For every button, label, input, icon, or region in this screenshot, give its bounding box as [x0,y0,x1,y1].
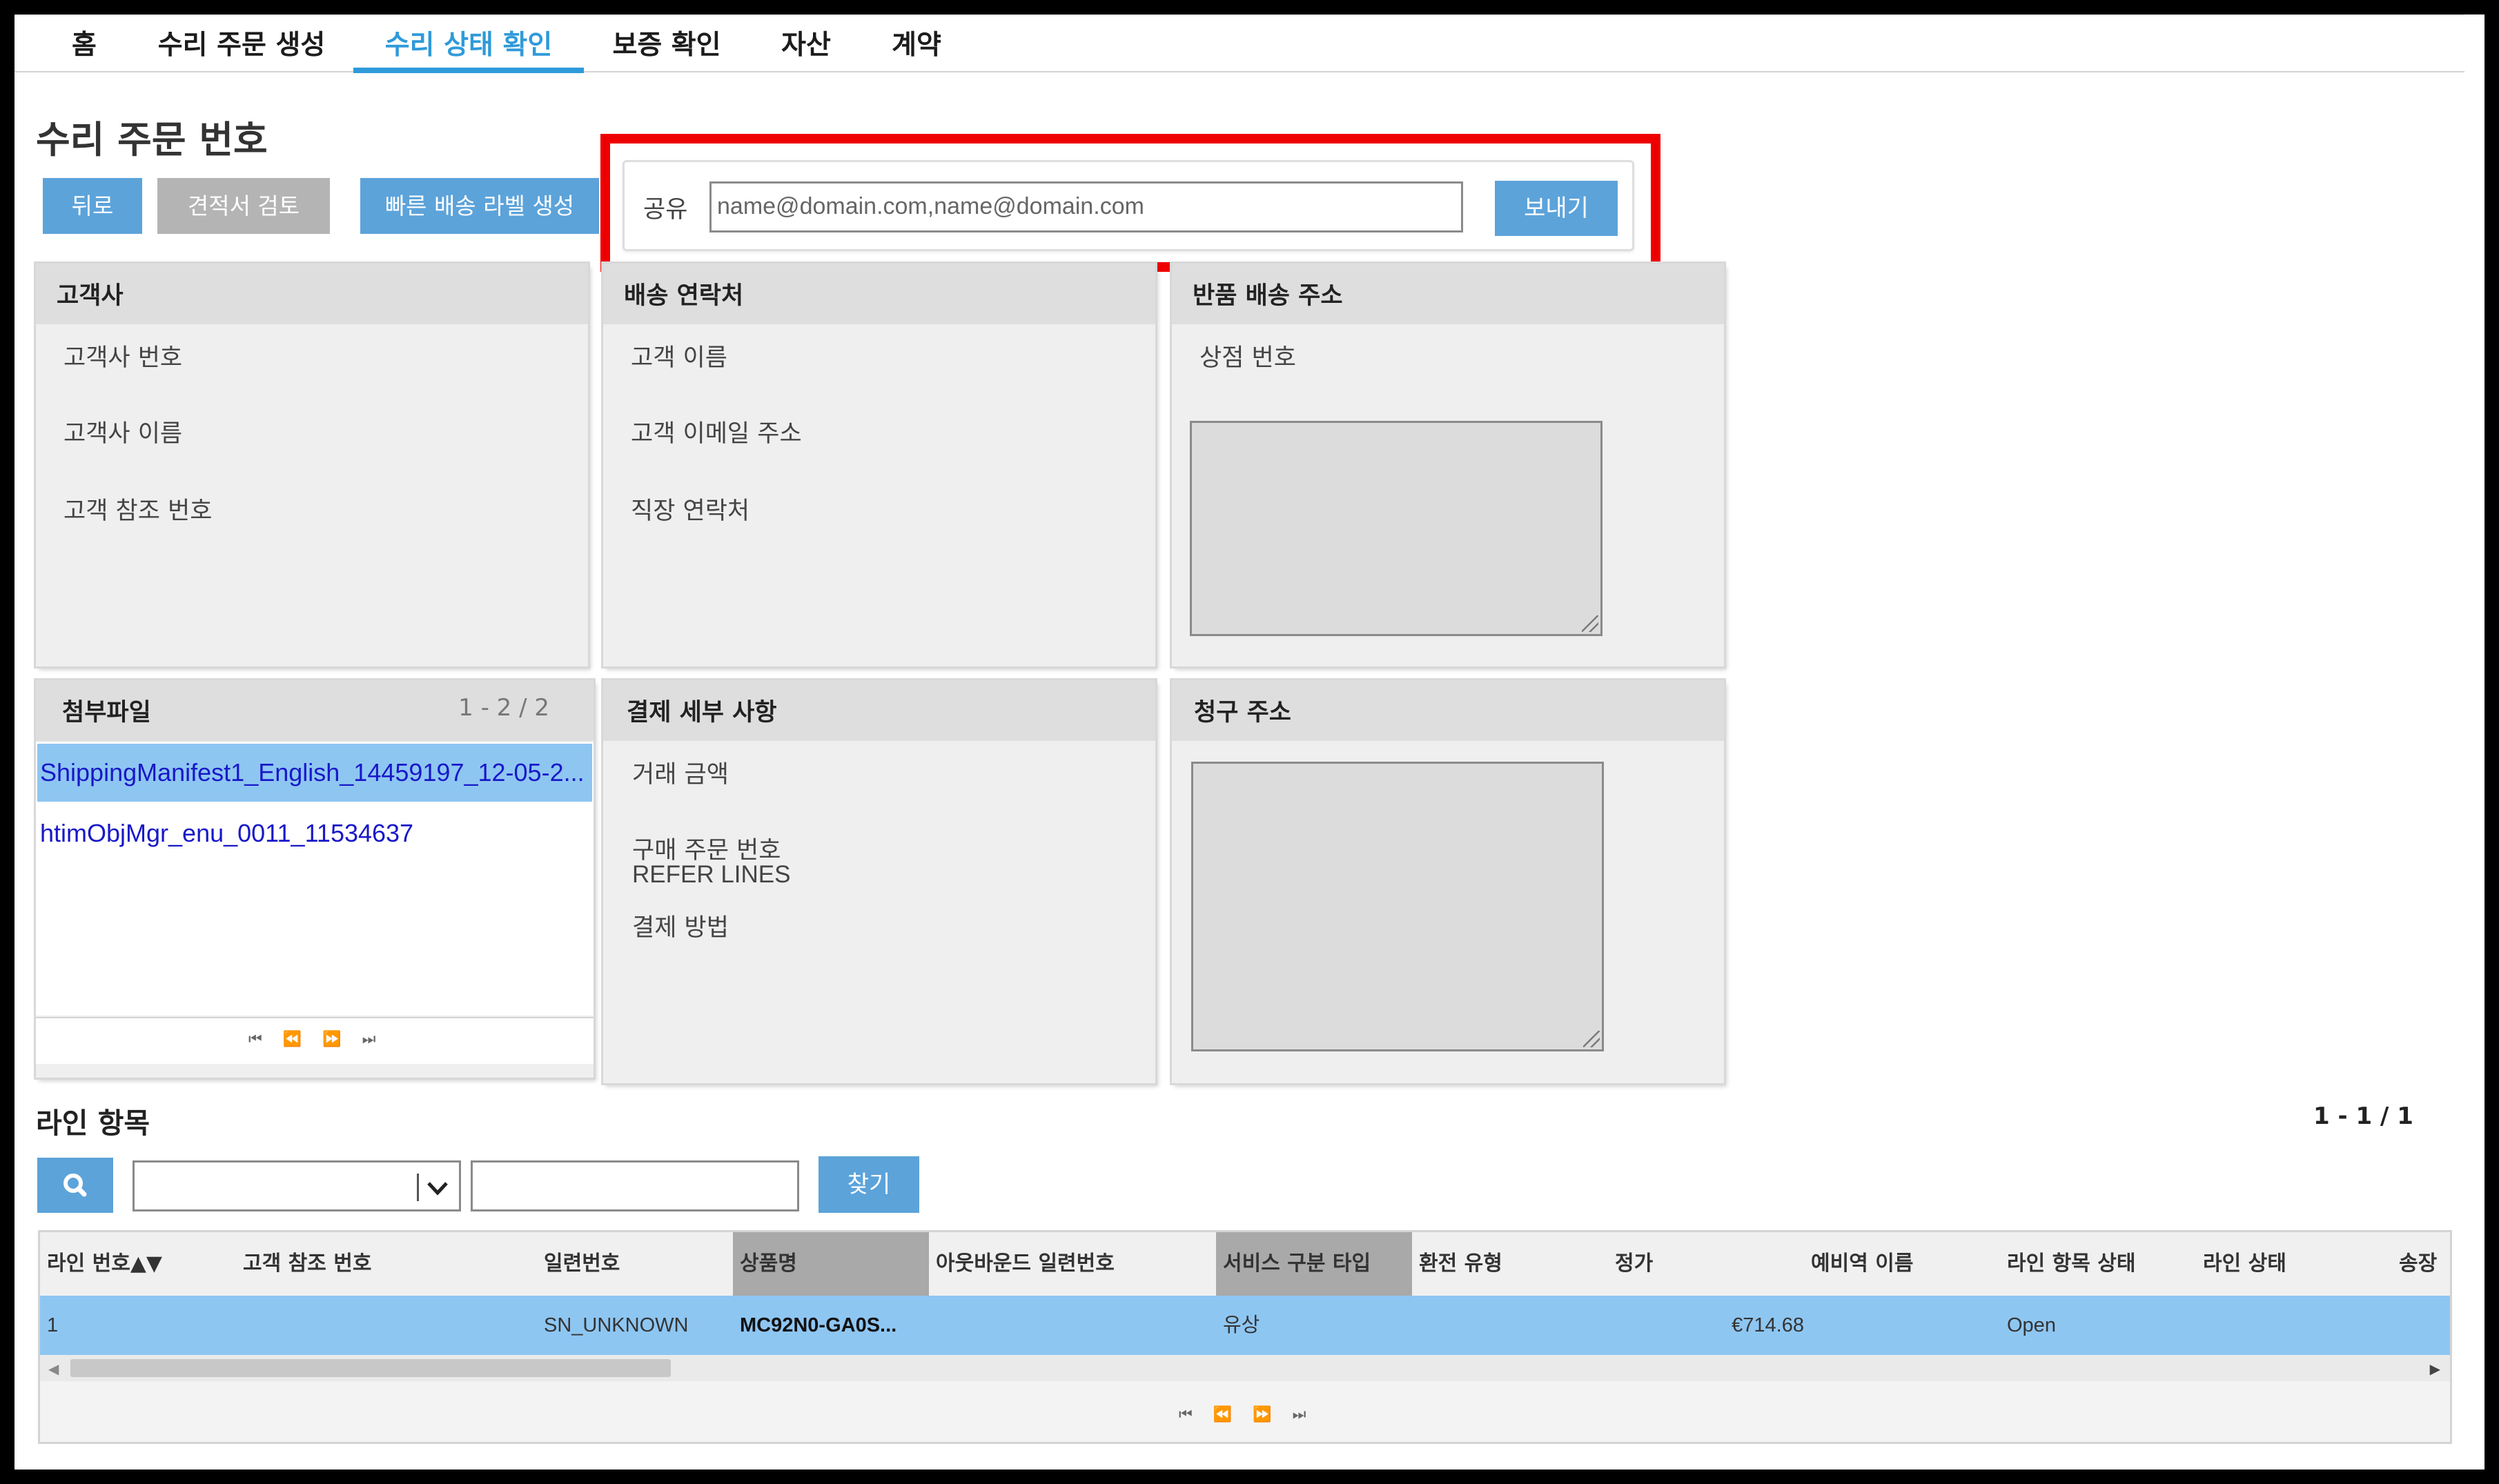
line-items-table: 라인 번호▲▼ 고객 참조 번호 일련번호 상품명 아웃바운드 일련번호 서비스… [40,1232,2450,1442]
column-header[interactable]: 라인 번호▲▼ [40,1232,245,1296]
attachments-title: 첨부파일 [62,699,151,726]
quick-shipping-label-button[interactable]: 빠른 배송 라벨 생성 [360,178,599,234]
table-cell[interactable]: 유상 [1216,1296,1421,1355]
table-cell[interactable] [236,1296,546,1355]
field-select[interactable] [133,1160,461,1211]
search-button[interactable] [37,1158,113,1213]
table-cell[interactable] [1804,1296,2009,1355]
table-cell[interactable] [2392,1296,2450,1355]
customer-email-label: 고객 이메일 주소 [631,420,802,448]
select-divider [417,1174,419,1201]
payment-title: 결제 세부 사항 [627,699,777,726]
billing-address-panel: 청구 주소 [1172,680,1724,1083]
table-cell[interactable] [929,1296,1225,1355]
return-address-textarea[interactable] [1190,421,1603,636]
column-header[interactable]: 아웃바운드 일련번호 [929,1232,1225,1296]
return-address-panel: 반품 배송 주소 상점 번호 [1172,264,1724,666]
chevron-down-icon [427,1182,448,1196]
nav-top-border [14,14,2464,16]
customer-number-label: 고객사 번호 [63,344,183,372]
search-text-input[interactable] [471,1160,799,1211]
refer-lines-value: REFER LINES [632,861,791,888]
pager-icons[interactable]: ⏮⏪⏩⏭ [248,1031,396,1048]
table-cell[interactable]: SN_UNKNOWN [537,1296,742,1355]
store-number-label: 상점 번호 [1199,344,1296,372]
tab-repair-status[interactable]: 수리 상태 확인 [353,25,584,73]
share-label: 공유 [643,196,688,224]
tab-contracts[interactable]: 계약 [876,25,957,73]
transaction-amount-label: 거래 금액 [632,761,729,789]
payment-method-label: 결제 방법 [632,914,729,942]
attachment-item[interactable]: ShippingManifest1_English_14459197_12-05… [37,744,592,802]
back-button[interactable]: 뒤로 [43,178,142,234]
tab-warranty-check[interactable]: 보증 확인 [600,25,733,73]
customer-name-field-label: 고객 이름 [631,344,727,372]
customer-name-label: 고객사 이름 [63,420,183,448]
column-header[interactable]: 라인 상태 [2196,1232,2401,1296]
attachments-panel: 첨부파일 1 - 2 / 2 ShippingManifest1_English… [36,680,594,1078]
share-send-button[interactable]: 보내기 [1495,181,1618,236]
column-header[interactable]: 고객 참조 번호 [236,1232,546,1296]
customer-panel-title: 고객사 [57,282,124,310]
shipping-contact-panel: 배송 연락처 고객 이름 고객 이메일 주소 직장 연락처 [603,264,1155,666]
pager-icons[interactable]: ⏮⏪⏩⏭ [1179,1406,1326,1423]
work-phone-label: 직장 연락처 [631,497,750,525]
resize-grip-icon[interactable] [1582,615,1598,632]
tab-home[interactable]: 홈 [55,25,113,73]
page-title: 수리 주문 번호 [36,118,268,161]
share-email-input[interactable]: name@domain.com,name@domain.com [709,181,1463,233]
table-cell[interactable] [1412,1296,1617,1355]
column-header[interactable]: 일련번호 [537,1232,742,1296]
customer-panel: 고객사 고객사 번호 고객사 이름 고객 참조 번호 [36,264,588,666]
attachments-count: 1 - 2 / 2 [458,694,549,722]
line-items-count: 1 - 1 / 1 [2313,1102,2413,1130]
find-button[interactable]: 찾기 [819,1156,919,1213]
column-header[interactable]: 라인 항목 상태 [2000,1232,2205,1296]
table-cell[interactable] [2196,1296,2401,1355]
resize-grip-icon[interactable] [1583,1031,1600,1047]
scroll-left-icon[interactable]: ◀ [48,1361,59,1377]
table-cell[interactable]: Open [2000,1296,2205,1355]
table-cell[interactable]: MC92N0-GA0S... [733,1296,938,1355]
attachments-pager: ⏮⏪⏩⏭ [36,1018,594,1064]
customer-reference-label: 고객 참조 번호 [63,497,213,525]
quote-review-button[interactable]: 견적서 검토 [157,178,330,234]
column-header[interactable]: 정가 [1608,1232,1813,1296]
scroll-right-icon[interactable]: ▶ [2430,1361,2440,1377]
return-address-title: 반품 배송 주소 [1193,282,1343,310]
tab-create-repair-order[interactable]: 수리 주문 생성 [138,25,345,73]
horizontal-scrollbar[interactable]: ◀ ▶ [40,1355,2450,1381]
column-header[interactable]: 환전 유형 [1412,1232,1617,1296]
table-cell[interactable]: 1 [40,1296,245,1355]
search-icon [63,1174,87,1197]
line-items-title: 라인 항목 [36,1107,150,1140]
billing-title: 청구 주소 [1194,699,1291,726]
table-cell[interactable]: €714.68 [1608,1296,1813,1355]
scrollbar-thumb[interactable] [70,1359,671,1377]
shipping-contact-title: 배송 연락처 [624,282,744,310]
billing-address-textarea[interactable] [1191,762,1604,1051]
tab-assets[interactable]: 자산 [766,25,846,73]
column-header[interactable]: 서비스 구분 타입 [1216,1232,1421,1296]
column-header[interactable]: 송장 [2392,1232,2450,1296]
attachment-item[interactable]: htimObjMgr_enu_0011_11534637 [37,804,592,862]
payment-panel: 결제 세부 사항 거래 금액 구매 주문 번호 REFER LINES 결제 방… [603,680,1155,1083]
column-header[interactable]: 상품명 [733,1232,938,1296]
column-header[interactable]: 예비역 이름 [1804,1232,2009,1296]
